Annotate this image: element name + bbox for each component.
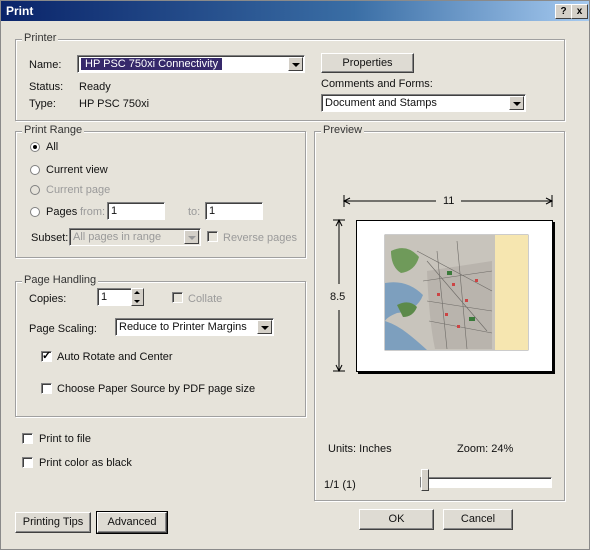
chevron-down-icon	[184, 230, 199, 244]
page-scaling-label: Page Scaling:	[29, 323, 97, 335]
range-current-page-radio	[30, 185, 40, 195]
chevron-down-icon[interactable]	[509, 96, 524, 110]
subset-label: Subset:	[31, 232, 69, 244]
printer-name-select[interactable]: HP PSC 750xi Connectivity	[77, 55, 305, 73]
page-slider-track[interactable]	[420, 477, 552, 488]
units-label: Units: Inches	[328, 443, 392, 455]
cancel-button[interactable]: Cancel	[443, 509, 513, 530]
title-bar[interactable]: Print ? x	[1, 1, 589, 21]
range-current-view-radio[interactable]	[30, 165, 40, 175]
print-color-black-label[interactable]: Print color as black	[39, 457, 132, 469]
print-range-legend: Print Range	[22, 124, 85, 136]
range-current-page-label: Current page	[46, 184, 111, 196]
preview-width-label: 11	[443, 195, 455, 207]
page-scaling-value: Reduce to Printer Margins	[119, 321, 247, 333]
comments-label: Comments and Forms:	[321, 78, 433, 90]
range-pages-radio[interactable]	[30, 207, 40, 217]
dialog-title: Print	[6, 4, 34, 18]
auto-rotate-label[interactable]: Auto Rotate and Center	[57, 351, 173, 363]
ok-button[interactable]: OK	[359, 509, 434, 530]
status-value: Ready	[79, 81, 111, 93]
choose-paper-source-checkbox[interactable]	[41, 383, 52, 394]
reverse-pages-checkbox	[207, 231, 218, 242]
printing-tips-button[interactable]: Printing Tips	[15, 512, 91, 533]
choose-paper-source-label[interactable]: Choose Paper Source by PDF page size	[57, 383, 255, 395]
reverse-pages-label: Reverse pages	[223, 232, 297, 244]
close-button[interactable]: x	[571, 4, 588, 19]
copies-label: Copies:	[29, 293, 67, 305]
zoom-label: Zoom: 24%	[457, 443, 514, 455]
pages-from-input[interactable]: 1	[107, 202, 165, 220]
page-scaling-select[interactable]: Reduce to Printer Margins	[115, 318, 274, 336]
collate-label: Collate	[188, 293, 223, 305]
range-pages-label[interactable]: Pages	[46, 206, 77, 218]
page-indicator: 1/1 (1)	[324, 479, 356, 491]
print-color-black-checkbox[interactable]	[22, 457, 33, 468]
comments-forms-select[interactable]: Document and Stamps	[321, 94, 526, 112]
copies-input[interactable]: 1	[97, 288, 133, 306]
properties-button[interactable]: Properties	[321, 53, 414, 73]
chevron-down-icon[interactable]	[288, 57, 303, 71]
chevron-down-icon[interactable]	[257, 320, 272, 334]
map-thumbnail-image	[384, 234, 529, 351]
to-label: to:	[188, 206, 201, 218]
type-value: HP PSC 750xi	[79, 98, 150, 110]
print-to-file-checkbox[interactable]	[22, 433, 33, 444]
range-current-view-label[interactable]: Current view	[46, 164, 108, 176]
page-handling-legend: Page Handling	[22, 274, 99, 286]
subset-value: All pages in range	[73, 231, 162, 243]
help-button[interactable]: ?	[555, 4, 572, 19]
status-label: Status:	[29, 81, 64, 93]
printer-legend: Printer	[22, 32, 59, 44]
subset-select: All pages in range	[69, 228, 201, 246]
preview-height-label: 8.5	[330, 291, 346, 303]
type-label: Type:	[29, 98, 56, 110]
printer-name-label: Name:	[29, 59, 62, 71]
copies-spinner[interactable]	[131, 288, 144, 306]
range-all-label[interactable]: All	[46, 141, 58, 153]
page-slider-thumb[interactable]	[421, 469, 429, 491]
pages-to-input[interactable]: 1	[205, 202, 263, 220]
preview-legend: Preview	[321, 124, 365, 136]
printer-name-value: HP PSC 750xi Connectivity	[81, 58, 223, 70]
collate-checkbox	[172, 292, 183, 303]
comments-forms-value: Document and Stamps	[325, 97, 437, 109]
from-label: from:	[80, 206, 106, 218]
advanced-button[interactable]: Advanced	[96, 511, 168, 534]
preview-page	[356, 220, 553, 372]
auto-rotate-checkbox[interactable]	[41, 349, 52, 362]
range-all-radio[interactable]	[30, 142, 40, 152]
print-to-file-label[interactable]: Print to file	[39, 433, 91, 445]
print-dialog: Print ? x Printer Name: HP PSC 750xi Con…	[0, 0, 590, 550]
